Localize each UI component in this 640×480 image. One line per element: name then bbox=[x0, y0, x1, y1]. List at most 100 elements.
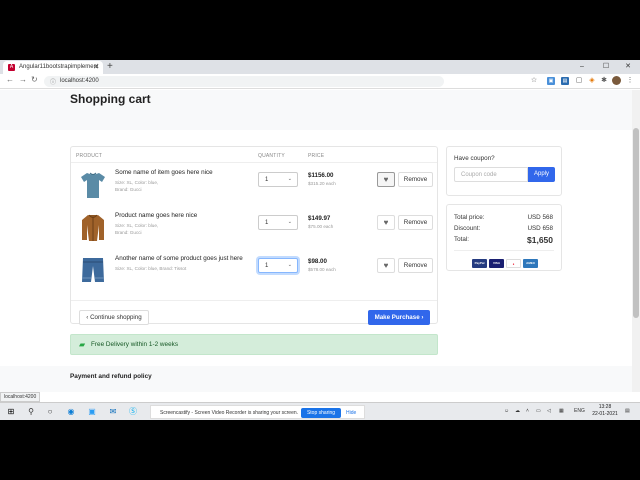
remove-button[interactable]: Remove bbox=[398, 172, 433, 187]
cart-row: Product name goes here nice Size: XL, Co… bbox=[71, 208, 437, 251]
quantity-value: 1 bbox=[265, 220, 269, 226]
browser-tab[interactable]: A Angular11bootstrapimplement ✕ bbox=[3, 61, 103, 74]
scrollbar-thumb[interactable] bbox=[633, 128, 639, 318]
chevron-up-icon[interactable]: ˄ bbox=[526, 408, 529, 414]
product-meta-line: Brand: Gucci bbox=[115, 230, 142, 235]
coupon-input[interactable]: Coupon code bbox=[454, 167, 528, 182]
quantity-value: 1 bbox=[265, 263, 269, 269]
jeans-image bbox=[82, 258, 104, 282]
language-indicator[interactable]: ENG bbox=[574, 408, 585, 414]
extension-icon[interactable]: ▤ bbox=[561, 77, 569, 85]
clock[interactable]: 13:28 22-01-2021 bbox=[590, 404, 620, 418]
network-icon[interactable]: ▦ bbox=[559, 408, 564, 414]
clock-time: 13:28 bbox=[598, 404, 612, 410]
menu-kebab-icon[interactable]: ⋮ bbox=[626, 77, 634, 85]
make-purchase-label: Make Purchase bbox=[374, 314, 420, 321]
total-price-label: Total price: bbox=[454, 214, 485, 221]
cart-row: Another name of some product goes just h… bbox=[71, 251, 437, 294]
coupon-card: Have coupon? Coupon code Apply bbox=[446, 146, 562, 196]
store-icon[interactable]: ▣ bbox=[87, 407, 97, 417]
visa-card-icon: VISA bbox=[489, 259, 504, 268]
minimize-button[interactable]: – bbox=[572, 60, 592, 73]
close-tab-icon[interactable]: ✕ bbox=[93, 63, 99, 71]
cloud-icon[interactable]: ☁ bbox=[515, 408, 520, 414]
back-icon[interactable]: ← bbox=[6, 75, 14, 84]
forward-icon[interactable]: → bbox=[19, 75, 27, 84]
product-meta-line: Brand: Gucci bbox=[115, 187, 142, 192]
policy-section: Payment and refund policy bbox=[0, 366, 632, 392]
bookmark-star-icon[interactable]: ☆ bbox=[530, 77, 538, 85]
new-tab-button[interactable]: + bbox=[107, 61, 113, 72]
edge-icon[interactable]: ◉ bbox=[66, 407, 76, 417]
remove-button[interactable]: Remove bbox=[398, 258, 433, 273]
product-meta: Size: XL, Color: blue, Brand: Gucci bbox=[115, 179, 225, 193]
maximize-button[interactable]: ☐ bbox=[596, 60, 616, 73]
page-header: Shopping cart bbox=[0, 90, 632, 130]
notifications-icon[interactable]: ▤ bbox=[625, 408, 630, 414]
page-content: Shopping cart PRODUCT QUANTITY PRICE Som… bbox=[0, 90, 632, 392]
mastercard-card-icon: ● bbox=[506, 259, 521, 268]
clock-date: 22-01-2021 bbox=[592, 411, 618, 417]
unit-price: $315.20 each bbox=[308, 181, 336, 186]
scrollbar[interactable] bbox=[632, 90, 640, 392]
product-name[interactable]: Some name of item goes here nice bbox=[115, 169, 255, 176]
wishlist-heart-button[interactable]: ♥ bbox=[377, 172, 395, 187]
extension-icon[interactable]: ▣ bbox=[547, 77, 555, 85]
avatar[interactable] bbox=[612, 76, 621, 85]
continue-shopping-button[interactable]: ‹ Continue shopping bbox=[79, 310, 149, 325]
cart-row: Some name of item goes here nice Size: X… bbox=[71, 165, 437, 208]
apply-coupon-button[interactable]: Apply bbox=[528, 167, 555, 182]
tab-title: Angular11bootstrapimplement bbox=[19, 64, 99, 70]
unit-price: $578.00 each bbox=[308, 267, 336, 272]
extension-icon[interactable]: ◈ bbox=[588, 77, 596, 85]
extension-icon[interactable]: ▢ bbox=[575, 77, 583, 85]
product-name[interactable]: Product name goes here nice bbox=[115, 212, 255, 219]
discount-label: Discount: bbox=[454, 225, 481, 232]
people-icon[interactable]: ☺ bbox=[504, 408, 509, 414]
tab-bar: A Angular11bootstrapimplement ✕ + – ☐ ✕ bbox=[0, 60, 640, 74]
reload-icon[interactable]: ↻ bbox=[31, 75, 38, 84]
quantity-value: 1 bbox=[265, 177, 269, 183]
continue-shopping-label: Continue shopping bbox=[90, 314, 142, 321]
search-icon[interactable]: ⚲ bbox=[26, 407, 36, 417]
url-input[interactable]: ⓘ localhost:4200 bbox=[44, 76, 444, 87]
puzzle-icon[interactable]: ✱ bbox=[600, 77, 608, 85]
wishlist-heart-button[interactable]: ♥ bbox=[377, 215, 395, 230]
quantity-select[interactable]: 1 ⌄ bbox=[258, 215, 298, 230]
hide-button[interactable]: Hide bbox=[346, 410, 356, 416]
quantity-select[interactable]: 1 ⌄ bbox=[258, 258, 298, 273]
truck-icon: ▰ bbox=[79, 340, 86, 349]
remove-button[interactable]: Remove bbox=[398, 215, 433, 230]
make-purchase-button[interactable]: Make Purchase › bbox=[368, 310, 430, 325]
status-url: localhost:4200 bbox=[0, 392, 41, 402]
battery-icon[interactable]: ▭ bbox=[536, 408, 541, 414]
quantity-select[interactable]: 1 ⌄ bbox=[258, 172, 298, 187]
wishlist-heart-button[interactable]: ♥ bbox=[377, 258, 395, 273]
volume-icon[interactable]: ◁ bbox=[547, 408, 551, 414]
skype-icon[interactable]: Ⓢ bbox=[128, 407, 138, 417]
line-price: $98.00 bbox=[308, 258, 327, 265]
totals-card: Total price: USD 568 Discount: USD 658 T… bbox=[446, 204, 562, 271]
chevron-down-icon: ⌄ bbox=[287, 176, 292, 182]
policy-title: Payment and refund policy bbox=[70, 373, 152, 380]
mail-icon[interactable]: ✉ bbox=[108, 407, 118, 417]
close-window-button[interactable]: ✕ bbox=[618, 60, 638, 73]
product-meta: Size: XL, Color: blue, Brand: Tissot bbox=[115, 265, 225, 272]
stop-sharing-button[interactable]: Stop sharing bbox=[301, 408, 341, 418]
total-price-value: USD 568 bbox=[527, 214, 553, 221]
product-meta-line: Size: XL, Color: blue, bbox=[115, 223, 159, 228]
page-title: Shopping cart bbox=[70, 92, 151, 106]
windows-start-icon[interactable]: ⊞ bbox=[6, 407, 16, 417]
info-icon[interactable]: ⓘ bbox=[50, 77, 56, 86]
column-header-price: PRICE bbox=[308, 153, 325, 159]
angular-favicon-icon: A bbox=[8, 64, 15, 71]
task-view-icon[interactable]: ○ bbox=[45, 407, 55, 417]
divider bbox=[71, 162, 437, 163]
product-name[interactable]: Another name of some product goes just h… bbox=[115, 255, 255, 262]
chevron-right-icon: › bbox=[419, 314, 424, 321]
divider bbox=[454, 250, 554, 251]
column-header-quantity: QUANTITY bbox=[258, 153, 285, 159]
grand-total-value: $1,650 bbox=[527, 235, 553, 245]
cart-card: PRODUCT QUANTITY PRICE Some name of item… bbox=[70, 146, 438, 325]
column-header-product: PRODUCT bbox=[76, 153, 103, 159]
